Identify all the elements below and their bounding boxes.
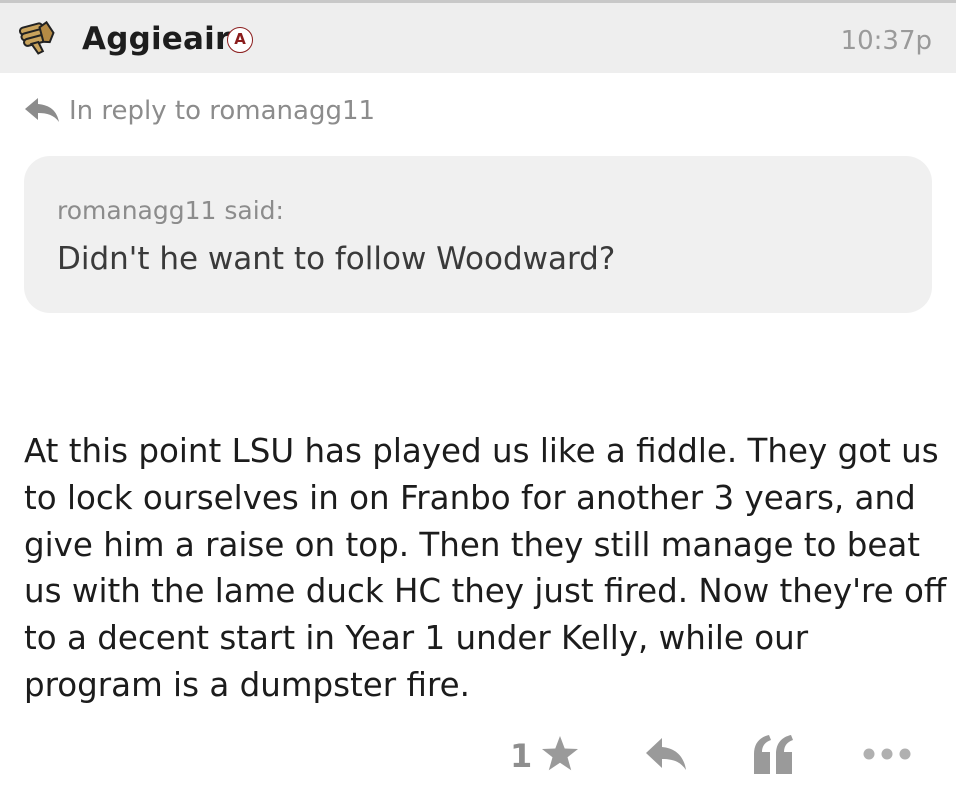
post-body-line: program is a dumpster fire. bbox=[24, 665, 470, 704]
post-body: At this point LSU has played us like a f… bbox=[24, 428, 947, 709]
post-actions: 1 bbox=[0, 728, 956, 784]
post-body-line: to a decent start in Year 1 under Kelly,… bbox=[24, 619, 809, 658]
reply-to-text: In reply to romanagg11 bbox=[69, 96, 376, 126]
reply-icon[interactable] bbox=[644, 736, 688, 772]
post-body-line: to lock ourselves in on Franbo for anoth… bbox=[24, 478, 916, 517]
like-count: 1 bbox=[510, 737, 533, 775]
post-body-line: us with the lame duck HC they just fired… bbox=[24, 572, 947, 611]
quote-author: romanagg11 said: bbox=[57, 196, 284, 225]
thumbs-down-avatar-icon[interactable] bbox=[16, 15, 60, 59]
star-icon[interactable] bbox=[540, 734, 580, 774]
quoted-post: romanagg11 said: Didn't he want to follo… bbox=[24, 156, 932, 313]
user-badge: A bbox=[227, 27, 253, 53]
post-timestamp: 10:37p bbox=[840, 26, 932, 56]
more-icon[interactable] bbox=[862, 744, 912, 764]
quote-icon[interactable] bbox=[752, 734, 794, 774]
reply-arrow-icon bbox=[25, 98, 59, 122]
username[interactable]: Aggieair bbox=[82, 20, 230, 58]
quote-text: Didn't he want to follow Woodward? bbox=[57, 241, 616, 277]
post-body-line: At this point LSU has played us like a f… bbox=[24, 432, 939, 470]
post-body-line: give him a raise on top. Then they still… bbox=[24, 525, 921, 564]
post-header: Aggieair A 10:37p bbox=[0, 3, 956, 73]
